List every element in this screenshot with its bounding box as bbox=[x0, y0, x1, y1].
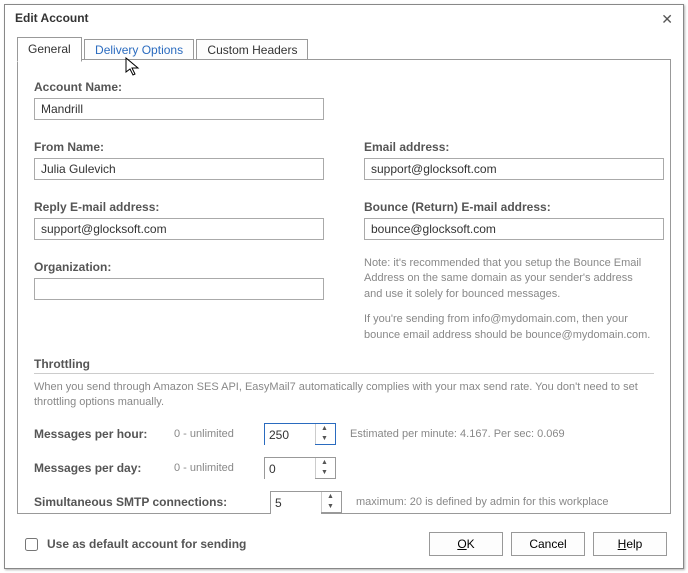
from-name-field[interactable] bbox=[34, 158, 324, 180]
cancel-button[interactable]: Cancel bbox=[511, 532, 585, 556]
smtp-connections-stepper[interactable]: ▲▼ bbox=[270, 491, 342, 513]
label-account-name: Account Name: bbox=[34, 80, 654, 94]
organization-field[interactable] bbox=[34, 278, 324, 300]
tab-delivery-options[interactable]: Delivery Options bbox=[84, 39, 194, 61]
spinner-down-icon[interactable]: ▼ bbox=[316, 434, 333, 444]
hint-unlimited-mpd: 0 - unlimited bbox=[174, 462, 264, 474]
bounce-email-field[interactable] bbox=[364, 218, 664, 240]
spinner-up-icon[interactable]: ▲ bbox=[322, 492, 339, 502]
reply-email-field[interactable] bbox=[34, 218, 324, 240]
label-reply: Reply E-mail address: bbox=[34, 200, 324, 214]
throttle-description: When you send through Amazon SES API, Ea… bbox=[34, 380, 654, 411]
spinner-up-icon[interactable]: ▲ bbox=[316, 424, 333, 434]
messages-per-day-stepper[interactable]: ▲▼ bbox=[264, 457, 336, 479]
label-from-name: From Name: bbox=[34, 140, 324, 154]
default-account-checkbox-label[interactable]: Use as default account for sending bbox=[21, 535, 246, 554]
bounce-note-1: Note: it's recommended that you setup th… bbox=[364, 256, 654, 302]
label-messages-per-day: Messages per day: bbox=[34, 461, 174, 475]
ok-button[interactable]: OK bbox=[429, 532, 503, 556]
label-organization: Organization: bbox=[34, 260, 324, 274]
label-smtp-connections: Simultaneous SMTP connections: bbox=[34, 495, 270, 509]
messages-per-hour-input[interactable] bbox=[265, 424, 315, 446]
tab-strip: General Delivery Options Custom Headers bbox=[17, 37, 683, 59]
section-throttling: Throttling bbox=[34, 357, 654, 374]
bounce-note-2: If you're sending from info@mydomain.com… bbox=[364, 312, 654, 343]
hint-unlimited-mph: 0 - unlimited bbox=[174, 428, 264, 440]
dialog-footer: Use as default account for sending OK Ca… bbox=[21, 532, 667, 556]
account-name-field[interactable] bbox=[34, 98, 324, 120]
tab-custom-headers[interactable]: Custom Headers bbox=[196, 39, 308, 61]
help-button[interactable]: Help bbox=[593, 532, 667, 556]
spinner-up-icon[interactable]: ▲ bbox=[316, 458, 333, 468]
messages-per-hour-stepper[interactable]: ▲▼ bbox=[264, 423, 336, 445]
dialog-title: Edit Account bbox=[15, 11, 89, 33]
smtp-connections-input[interactable] bbox=[271, 492, 321, 514]
tab-general[interactable]: General bbox=[17, 37, 82, 62]
email-field[interactable] bbox=[364, 158, 664, 180]
estimated-rate: Estimated per minute: 4.167. Per sec: 0.… bbox=[350, 428, 565, 440]
default-account-checkbox[interactable] bbox=[25, 538, 38, 551]
spinner-down-icon[interactable]: ▼ bbox=[322, 502, 339, 512]
label-messages-per-hour: Messages per hour: bbox=[34, 427, 174, 441]
title-bar: Edit Account ✕ bbox=[5, 5, 683, 33]
edit-account-dialog: Edit Account ✕ General Delivery Options … bbox=[4, 4, 684, 569]
smtp-max-note: maximum: 20 is defined by admin for this… bbox=[356, 496, 609, 508]
label-bounce: Bounce (Return) E-mail address: bbox=[364, 200, 654, 214]
tab-content-general: Account Name: From Name: Email address: … bbox=[17, 59, 671, 514]
messages-per-day-input[interactable] bbox=[265, 458, 315, 480]
label-email: Email address: bbox=[364, 140, 654, 154]
close-icon[interactable]: ✕ bbox=[661, 11, 673, 33]
spinner-down-icon[interactable]: ▼ bbox=[316, 468, 333, 478]
